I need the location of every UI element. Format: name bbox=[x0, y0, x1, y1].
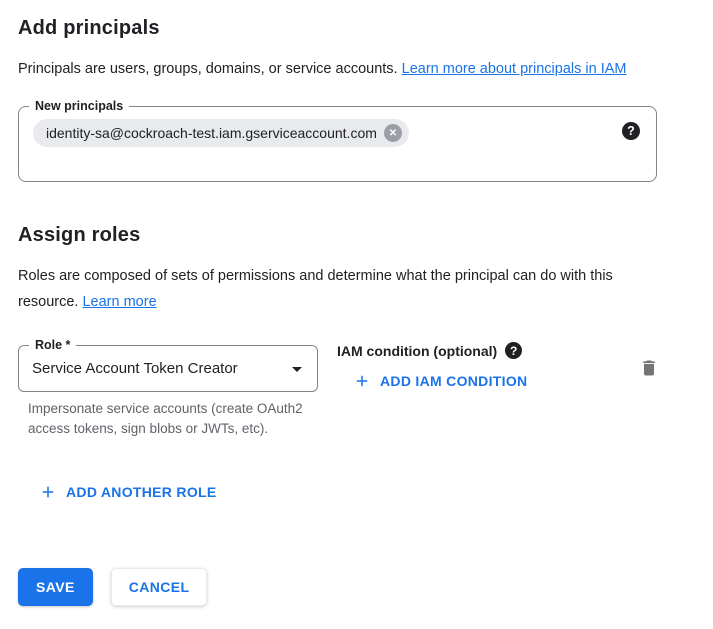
learn-more-roles-link[interactable]: Learn more bbox=[82, 294, 156, 310]
chevron-down-icon bbox=[285, 357, 309, 381]
cancel-button[interactable]: CANCEL bbox=[111, 568, 208, 606]
close-icon: ✕ bbox=[389, 128, 397, 139]
add-iam-condition-button[interactable]: ADD IAM CONDITION bbox=[353, 372, 527, 390]
principals-help-icon[interactable]: ? bbox=[622, 122, 640, 140]
principal-chip: identity-sa@cockroach-test.iam.gservicea… bbox=[33, 119, 409, 147]
principals-chip-area: identity-sa@cockroach-test.iam.gservicea… bbox=[33, 119, 642, 147]
role-selected-value: Service Account Token Creator bbox=[32, 360, 238, 377]
iam-condition-help-icon[interactable]: ? bbox=[505, 342, 522, 359]
assign-roles-description: Roles are composed of sets of permission… bbox=[18, 263, 638, 315]
actions-row: SAVE CANCEL bbox=[18, 568, 713, 606]
help-glyph: ? bbox=[627, 124, 635, 138]
iam-condition-column: IAM condition (optional) ? ADD IAM CONDI… bbox=[337, 345, 637, 395]
role-row: Role * Service Account Token Creator Imp… bbox=[18, 345, 675, 439]
iam-condition-label: IAM condition (optional) bbox=[337, 343, 497, 359]
principal-chip-text: identity-sa@cockroach-test.iam.gservicea… bbox=[46, 125, 377, 141]
trash-icon bbox=[639, 358, 659, 378]
chip-remove-button[interactable]: ✕ bbox=[384, 124, 402, 142]
add-another-role-button[interactable]: ADD ANOTHER ROLE bbox=[39, 483, 217, 501]
role-select[interactable]: Role * Service Account Token Creator bbox=[18, 345, 318, 392]
new-principals-field[interactable]: New principals identity-sa@cockroach-tes… bbox=[18, 106, 657, 182]
page-title: Add principals bbox=[18, 17, 713, 40]
help-glyph: ? bbox=[510, 344, 517, 358]
add-iam-condition-label: ADD IAM CONDITION bbox=[380, 373, 527, 389]
intro-text-body: Principals are users, groups, domains, o… bbox=[18, 61, 398, 77]
delete-role-button[interactable] bbox=[637, 356, 661, 383]
add-another-role-label: ADD ANOTHER ROLE bbox=[66, 484, 217, 500]
add-principals-panel: Add principals Principals are users, gro… bbox=[0, 0, 713, 606]
save-button[interactable]: SAVE bbox=[18, 568, 93, 606]
new-principals-label: New principals bbox=[29, 98, 129, 115]
learn-more-principals-link[interactable]: Learn more about principals in IAM bbox=[402, 61, 627, 77]
role-label: Role * bbox=[29, 337, 76, 354]
role-helper-text: Impersonate service accounts (create OAu… bbox=[18, 399, 318, 439]
intro-text: Principals are users, groups, domains, o… bbox=[18, 56, 674, 82]
iam-condition-label-row: IAM condition (optional) ? bbox=[337, 342, 637, 359]
plus-icon bbox=[353, 372, 371, 390]
assign-roles-title: Assign roles bbox=[18, 224, 713, 247]
role-column: Role * Service Account Token Creator Imp… bbox=[18, 345, 318, 439]
plus-icon bbox=[39, 483, 57, 501]
